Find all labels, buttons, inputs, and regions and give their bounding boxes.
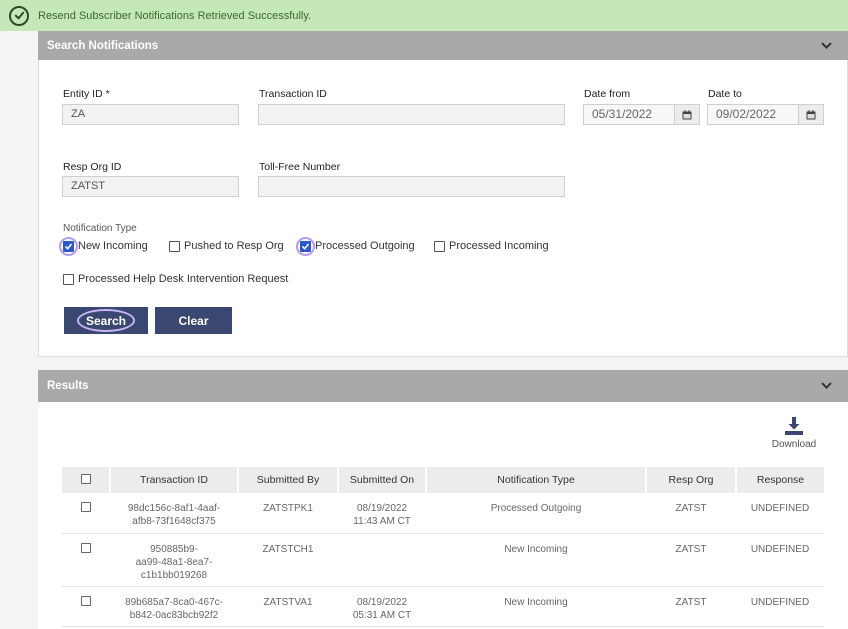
entity-id-field[interactable]: ZA [62, 104, 239, 125]
row-checkbox[interactable] [81, 502, 91, 512]
submitted-on-time: 11:43 AM CT [353, 516, 411, 527]
notification-type-cell: New Incoming [426, 533, 646, 587]
checkbox-unchecked-icon[interactable] [434, 240, 445, 252]
submitted-on-date: 08/19/2022 [356, 503, 408, 514]
search-button[interactable]: Search [64, 307, 148, 334]
resp-org-cell: ZATST [646, 493, 736, 534]
response-cell: UNDEFINED [736, 493, 824, 534]
column-header[interactable]: Submitted By [238, 467, 339, 493]
column-header[interactable]: Transaction ID [110, 467, 239, 493]
row-checkbox[interactable] [81, 542, 91, 553]
checkbox-checked-icon[interactable] [59, 236, 78, 256]
transaction-id-cell: 950885b9- aa99-48a1-8ea7- c1b1bb019268 [110, 533, 238, 587]
submitted-by-cell: ZATSTVA1 [238, 586, 338, 627]
checkbox-unchecked-icon[interactable] [63, 273, 74, 285]
checkbox-label: Processed Outgoing [315, 240, 415, 252]
row-checkbox-cell [62, 493, 110, 534]
resp-org-id-field[interactable]: ZATST [62, 176, 239, 197]
row-checkbox[interactable] [81, 595, 91, 606]
checkbox-pushed-to-resp-org[interactable]: Pushed to Resp Org [169, 240, 284, 252]
transaction-id-line: b842-0ac83bcb92f2 [129, 609, 219, 621]
transaction-id-cell: 89b685a7-8ca0-467c-b842-0ac83bcb92f2 [110, 586, 238, 627]
notification-type-cell: Processed Outgoing [426, 493, 646, 534]
response-cell: UNDEFINED [736, 533, 824, 587]
search-panel-body: Entity ID * ZA Transaction ID Date from … [38, 60, 848, 357]
search-panel-header[interactable]: Search Notifications [38, 31, 848, 60]
submitted-on-time: 05:31 AM CT [352, 609, 412, 621]
resp-org-cell: ZATST [646, 586, 736, 627]
checkbox-label: Processed Incoming [449, 240, 549, 252]
transaction-id-cell: 98dc156c-8af1-4aaf-afb8-73f1648cf375 [110, 493, 238, 534]
calendar-icon[interactable] [799, 104, 824, 125]
results-panel-title: Results [47, 380, 89, 392]
transaction-id-line: 950885b9- [150, 543, 198, 555]
search-panel-title: Search Notifications [47, 39, 159, 52]
chevron-down-icon[interactable] [821, 41, 832, 49]
checkbox-label: New Incoming [78, 240, 148, 252]
transaction-id-line: 98dc156c-8af1-4aaf- [127, 503, 221, 514]
date-to-label: Date to [708, 88, 742, 100]
row-checkbox-cell [62, 533, 110, 587]
clear-button[interactable]: Clear [155, 307, 232, 334]
notification-type-label: Notification Type [63, 223, 137, 234]
transaction-id-line: aa99-48a1-8ea7- [135, 556, 213, 568]
table-row[interactable]: 89b685a7-8ca0-467c-b842-0ac83bcb92f2 ZAT… [62, 586, 824, 627]
results-table: Transaction ID Submitted By Submitted On… [62, 467, 824, 627]
checkbox-label: Pushed to Resp Org [184, 240, 284, 252]
table-header-row: Transaction ID Submitted By Submitted On… [62, 467, 824, 493]
date-to-field[interactable]: 09/02/2022 [707, 104, 799, 125]
submitted-on-cell: 08/19/2022 05:31 AM CT [338, 586, 426, 627]
column-header[interactable]: Response [736, 467, 824, 493]
checkbox-unchecked-icon[interactable] [169, 240, 180, 252]
table-row[interactable]: 950885b9- aa99-48a1-8ea7- c1b1bb019268 ZAT… [62, 533, 824, 587]
transaction-id-line: c1b1bb019268 [140, 569, 208, 581]
notification-type-cell: New Incoming [426, 586, 646, 627]
submitted-on-cell: 08/19/2022 11:43 AM CT [338, 493, 426, 534]
submitted-by-cell: ZATSTPK1 [238, 493, 338, 534]
select-all-checkbox[interactable] [80, 473, 91, 484]
clear-button-label: Clear [178, 313, 209, 328]
check-circle-icon [9, 5, 29, 26]
toll-free-number-label: Toll-Free Number [259, 161, 341, 173]
transaction-id-field[interactable] [258, 104, 565, 125]
submitted-on-date: 08/19/2022 [356, 596, 408, 608]
checkbox-label: Processed Help Desk Intervention Request [78, 273, 289, 285]
date-from-label: Date from [584, 88, 631, 100]
checkbox-processed-help-desk[interactable]: Processed Help Desk Intervention Request [63, 273, 288, 285]
transaction-id-line: 89b685a7-8ca0-467c- [125, 596, 223, 608]
download-label: Download [771, 439, 817, 450]
date-from-picker: 05/31/2022 [583, 104, 700, 125]
download-icon [785, 417, 803, 435]
column-header[interactable]: Resp Org [646, 467, 737, 493]
checkbox-new-incoming[interactable]: New Incoming [59, 236, 148, 256]
chevron-down-icon[interactable] [821, 382, 832, 390]
response-cell: UNDEFINED [736, 586, 824, 627]
column-header[interactable]: Submitted On [338, 467, 427, 493]
toll-free-number-field[interactable] [258, 176, 565, 197]
column-header[interactable]: Notification Type [426, 467, 647, 493]
date-from-field[interactable]: 05/31/2022 [583, 104, 675, 125]
resp-org-cell: ZATST [646, 533, 736, 587]
checkbox-processed-incoming[interactable]: Processed Incoming [434, 240, 549, 252]
row-checkbox-cell [62, 586, 110, 627]
transaction-id-label: Transaction ID [259, 88, 327, 100]
checkbox-checked-icon[interactable] [296, 236, 315, 256]
download-button[interactable]: Download [764, 416, 824, 450]
success-banner: Resend Subscriber Notifications Retrieve… [0, 0, 848, 31]
banner-message: Resend Subscriber Notifications Retrieve… [38, 9, 312, 22]
transaction-id-line: afb8-73f1648cf375 [132, 516, 216, 527]
submitted-on-cell [338, 533, 426, 587]
date-to-picker: 09/02/2022 [707, 104, 824, 125]
table-row[interactable]: 98dc156c-8af1-4aaf-afb8-73f1648cf375 ZAT… [62, 493, 824, 534]
submitted-by-cell: ZATSTCH1 [238, 533, 338, 587]
select-all-cell [62, 467, 111, 493]
checkbox-processed-outgoing[interactable]: Processed Outgoing [296, 236, 415, 256]
entity-id-label: Entity ID * [63, 88, 110, 100]
results-panel-header[interactable]: Results [38, 370, 848, 402]
resp-org-id-label: Resp Org ID [63, 161, 122, 173]
calendar-icon[interactable] [675, 104, 700, 125]
